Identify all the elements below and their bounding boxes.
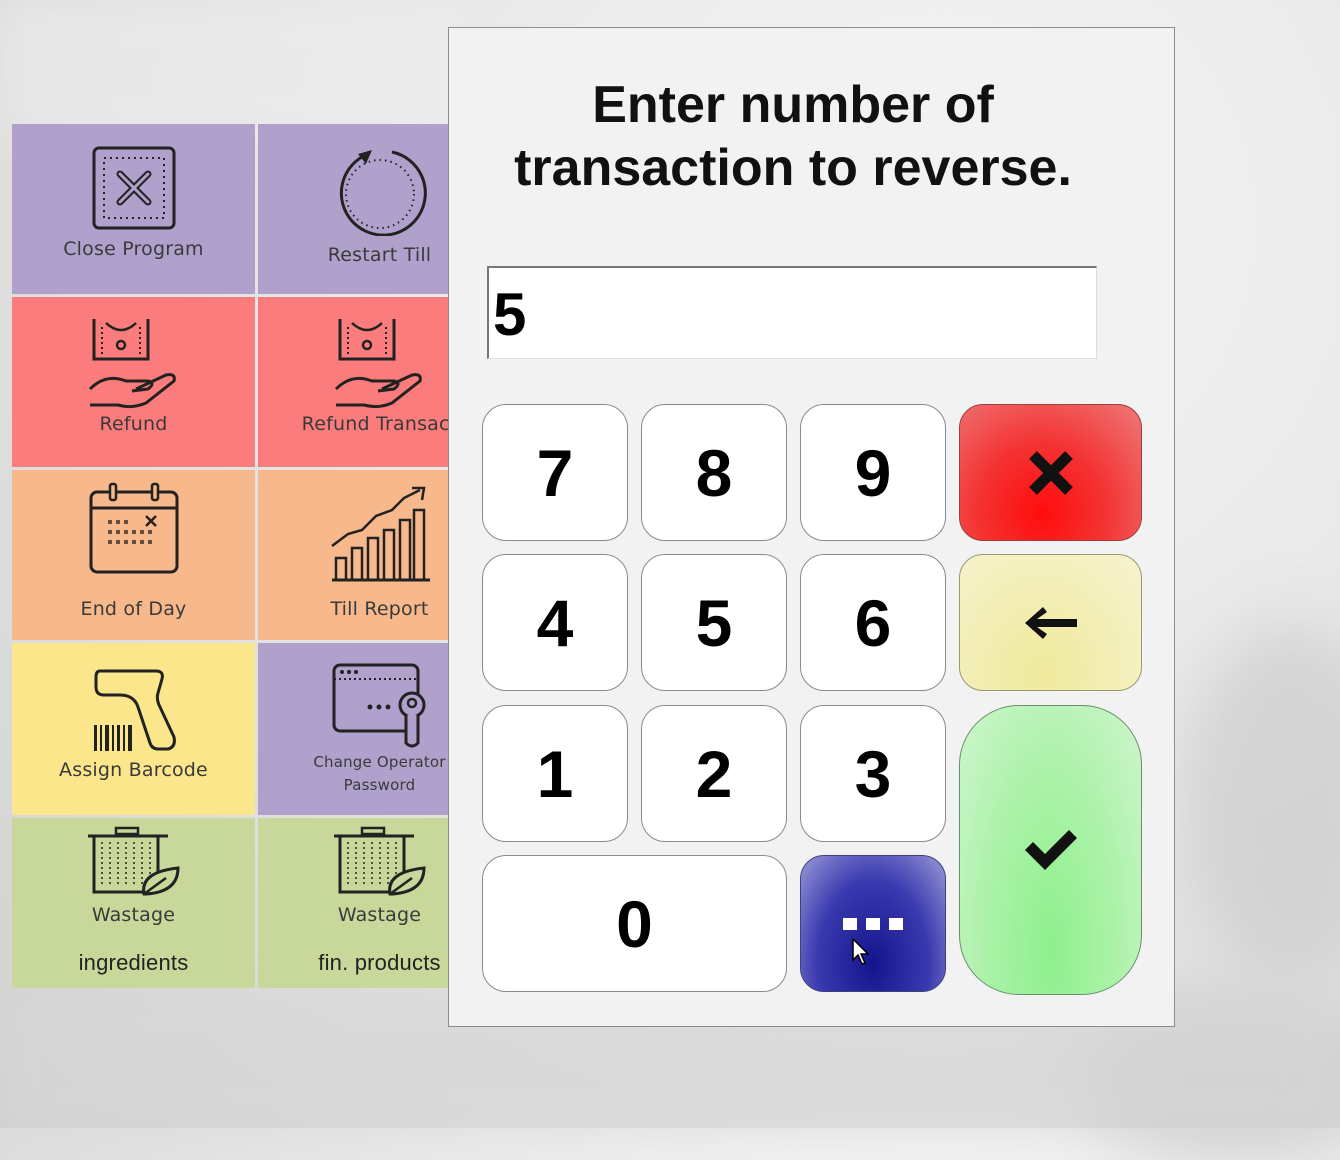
change-operator-label-line1: Change Operator [313, 753, 446, 771]
wastage-bin-icon [87, 826, 180, 896]
wastage-label: Wastage [91, 904, 176, 926]
end-of-day-tile[interactable]: End of Day [12, 470, 255, 640]
assign-barcode-tile[interactable]: Assign Barcode [12, 643, 255, 815]
mouse-pointer-icon [852, 938, 870, 965]
background-blur [0, 0, 460, 140]
wastage-sub-label: ingredients [78, 950, 189, 975]
key-3[interactable]: 3 [800, 705, 946, 842]
ellipsis-icon [843, 917, 903, 930]
wastage-bin-icon [333, 826, 426, 896]
key-5[interactable]: 5 [641, 554, 787, 691]
wastage-label: Wastage [337, 904, 422, 926]
key-0[interactable]: 0 [482, 855, 787, 992]
calendar-icon [89, 482, 178, 574]
chart-icon [330, 486, 430, 582]
assign-barcode-label: Assign Barcode [59, 759, 208, 781]
barcode-scanner-icon [93, 669, 176, 751]
restart-till-label: Restart Till [327, 244, 432, 266]
prompt-line-1: Enter number of [592, 76, 994, 134]
key-1[interactable]: 1 [482, 705, 628, 842]
password-icon [332, 663, 425, 748]
transaction-number-input[interactable]: 5 [487, 266, 1097, 359]
checkmark-icon [1024, 830, 1077, 870]
confirm-button[interactable] [959, 705, 1142, 995]
more-options-button[interactable] [800, 855, 946, 992]
background-blur [1180, 620, 1340, 980]
refund-label: Refund [99, 413, 168, 435]
prompt-line-2: transaction to reverse. [514, 139, 1072, 197]
till-report-label: Till Report [330, 598, 429, 620]
refund-transaction-label: Refund Transact [301, 413, 458, 435]
wastage-ingredients-tile[interactable]: Wastage ingredients [12, 818, 255, 988]
refund-transaction-icon [334, 319, 422, 409]
x-icon [1028, 450, 1073, 495]
key-4[interactable]: 4 [482, 554, 628, 691]
key-8[interactable]: 8 [641, 404, 787, 541]
refund-tile[interactable]: Refund [12, 297, 255, 467]
restart-icon [339, 150, 427, 236]
close-program-icon [92, 146, 175, 230]
reverse-transaction-dialog: Enter number of transaction to reverse. … [448, 27, 1175, 1027]
key-6[interactable]: 6 [800, 554, 946, 691]
change-operator-password-label: Change Operator Password [313, 751, 445, 797]
backspace-button[interactable] [959, 554, 1142, 691]
dialog-prompt: Enter number of transaction to reverse. [449, 74, 1137, 200]
cancel-button[interactable] [959, 404, 1142, 541]
change-operator-label-line2: Password [343, 776, 416, 794]
end-of-day-label: End of Day [80, 598, 187, 620]
close-program-tile[interactable]: Close Program [12, 124, 255, 294]
refund-icon [88, 319, 176, 409]
arrow-left-icon [1024, 606, 1077, 639]
key-2[interactable]: 2 [641, 705, 787, 842]
close-program-label: Close Program [63, 238, 204, 260]
key-7[interactable]: 7 [482, 404, 628, 541]
key-9[interactable]: 9 [800, 404, 946, 541]
wastage-sub-label: fin. products [318, 950, 441, 975]
